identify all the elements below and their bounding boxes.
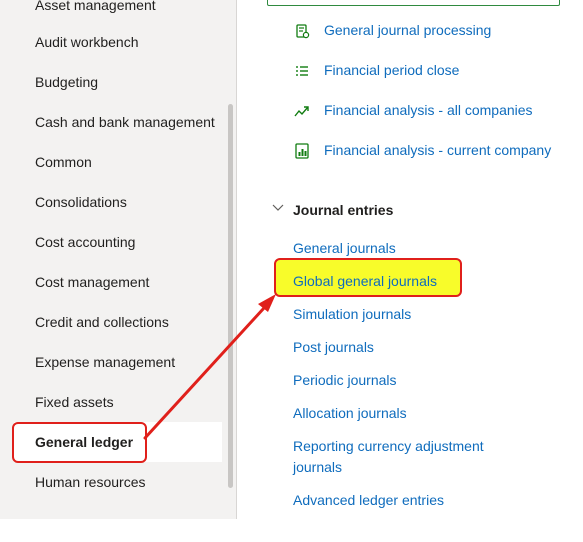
journal-links-layer: Global general journals Simulation journ… (238, 0, 583, 519)
module-item-budgeting[interactable]: Budgeting (14, 62, 222, 102)
module-item-cash-and-bank-management[interactable]: Cash and bank management (14, 102, 222, 142)
link-post-journals[interactable]: Post journals (293, 337, 553, 358)
link-allocation-journals[interactable]: Allocation journals (293, 403, 553, 424)
module-item-cost-accounting[interactable]: Cost accounting (14, 222, 222, 262)
module-item-fixed-assets[interactable]: Fixed assets (14, 382, 222, 422)
link-periodic-journals[interactable]: Periodic journals (293, 370, 553, 391)
module-item-cost-management[interactable]: Cost management (14, 262, 222, 302)
link-simulation-journals[interactable]: Simulation journals (293, 304, 553, 325)
module-item-cut-off[interactable] (14, 502, 222, 542)
link-global-general-journals[interactable]: Global general journals (293, 271, 553, 292)
module-item-human-resources[interactable]: Human resources (14, 462, 222, 502)
module-item-consolidations[interactable]: Consolidations (14, 182, 222, 222)
selection-outline (12, 422, 147, 463)
module-item-audit-workbench[interactable]: Audit workbench (14, 22, 222, 62)
nav-scrollbar-thumb[interactable] (228, 104, 233, 488)
link-reporting-currency-adjustment-journals[interactable]: Reporting currency adjustment journals (293, 436, 508, 478)
module-item-expense-management[interactable]: Expense management (14, 342, 222, 382)
module-item-common[interactable]: Common (14, 142, 222, 182)
module-item-credit-and-collections[interactable]: Credit and collections (14, 302, 222, 342)
link-advanced-ledger-entries[interactable]: Advanced ledger entries (293, 490, 553, 511)
